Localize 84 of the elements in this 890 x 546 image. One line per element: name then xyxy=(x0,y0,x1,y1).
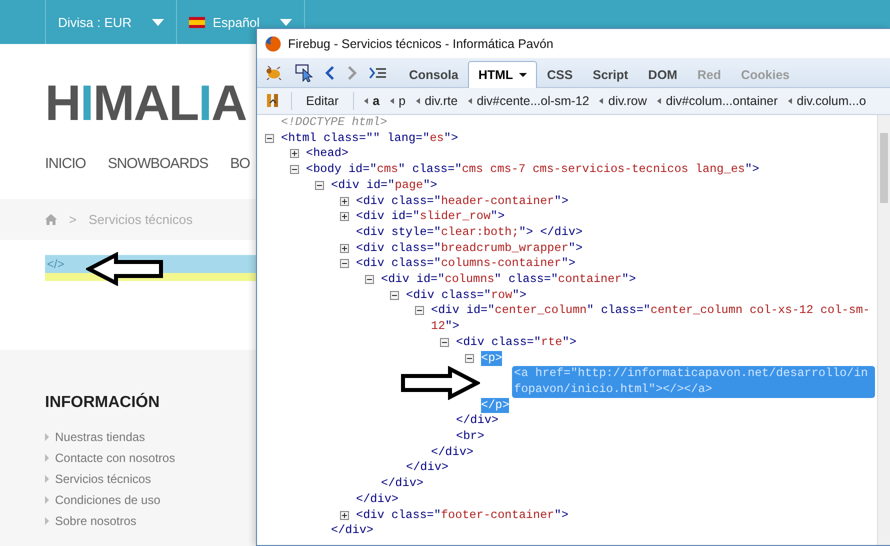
html-tag-line[interactable]: <br> xyxy=(456,429,484,445)
caret-icon xyxy=(152,18,164,26)
footer-heading: INFORMACIÓN xyxy=(45,394,160,412)
html-closing-tag[interactable]: </div> xyxy=(456,413,498,430)
collapse-toggle[interactable] xyxy=(290,165,299,174)
html-tag-line[interactable]: <div id="columns" class="container"> xyxy=(381,272,636,288)
window-title: Firebug - Servicios técnicos - Informática Pavón xyxy=(288,36,554,50)
html-tag-line[interactable]: <div style="clear:both;"> </div> xyxy=(356,224,583,241)
scrollbar[interactable] xyxy=(877,115,890,545)
html-tag-line[interactable]: <div id="page"> xyxy=(331,178,438,194)
breadcrumb-toggle-icon[interactable] xyxy=(265,93,281,109)
nav-link[interactable]: BO xyxy=(230,156,250,172)
collapse-toggle[interactable] xyxy=(340,259,349,268)
html-tag-line[interactable]: <head> xyxy=(306,146,348,162)
edit-button[interactable]: Editar xyxy=(302,94,343,108)
html-closing-tag[interactable]: </div> xyxy=(331,523,374,539)
element-path-item[interactable]: p xyxy=(398,94,406,108)
html-tag-line[interactable]: <div id="slider_row"> xyxy=(356,209,505,225)
panel-tab[interactable]: Consola xyxy=(399,62,468,87)
html-tag-line[interactable]: <div class="row"> xyxy=(406,288,526,304)
expand-toggle[interactable] xyxy=(340,244,349,253)
chevron-icon xyxy=(390,98,394,104)
chevron-icon xyxy=(416,98,420,104)
collapse-toggle[interactable] xyxy=(415,306,424,316)
collapse-toggle[interactable] xyxy=(315,180,324,190)
bug-icon[interactable] xyxy=(265,66,283,80)
element-path-item[interactable]: div.rte xyxy=(424,94,458,108)
element-path-item[interactable]: a xyxy=(372,94,380,108)
footer-link[interactable]: Sobre nosotros xyxy=(55,514,136,528)
breadcrumb-separator: > xyxy=(69,212,77,227)
chevron-icon xyxy=(788,98,792,104)
footer-link[interactable]: Nuestras tiendas xyxy=(55,430,146,444)
element-path-item[interactable]: div#cente...ol-sm-12 xyxy=(476,94,590,108)
chevron-icon xyxy=(364,98,368,104)
html-tag-line[interactable]: <div class="header-container"> xyxy=(356,194,568,210)
chevron-icon xyxy=(656,98,661,104)
footer-link[interactable]: Condiciones de uso xyxy=(55,492,160,506)
browser-icon xyxy=(265,36,281,52)
collapse-toggle[interactable] xyxy=(390,290,399,300)
back-icon[interactable] xyxy=(325,64,335,80)
html-tag-line[interactable]: <div class="breadcrumb_wrapper"> xyxy=(356,240,583,256)
expand-toggle[interactable] xyxy=(290,149,299,158)
html-tag-line[interactable]: <body id="cms" class="cms cms-7 cms-servicios-tecnicos lang_es"> xyxy=(306,162,760,178)
element-path-item[interactable]: div.colum...o xyxy=(796,94,866,108)
collapse-toggle[interactable] xyxy=(440,338,449,347)
bullet-icon xyxy=(45,516,49,524)
panel-tab[interactable]: Script xyxy=(582,62,638,87)
expand-toggle[interactable] xyxy=(340,510,349,520)
html-tag-line[interactable]: <div class="columns-container"> xyxy=(356,256,576,272)
html-tag-line[interactable]: <div class="footer-container"> xyxy=(356,508,568,524)
html-tag-line[interactable]: <html class="" lang="es"> xyxy=(281,130,458,146)
html-closing-tag[interactable]: </div> xyxy=(356,492,398,508)
bullet-icon xyxy=(45,496,49,504)
panel-tab[interactable]: DOM xyxy=(638,62,688,87)
footer-link[interactable]: Servicios técnicos xyxy=(55,472,152,486)
command-line-icon[interactable] xyxy=(369,66,387,78)
bullet-icon xyxy=(45,432,49,440)
chevron-icon xyxy=(468,98,472,104)
nav-link[interactable]: SNOWBOARDS xyxy=(108,156,208,172)
collapse-toggle[interactable] xyxy=(365,275,374,284)
html-closing-tag[interactable]: </div> xyxy=(431,444,474,460)
footer-link[interactable]: Contacte con nosotros xyxy=(55,450,176,464)
nav-link[interactable]: INICIO xyxy=(45,156,86,172)
expand-toggle[interactable] xyxy=(340,212,349,222)
breadcrumb-item: Servicios técnicos xyxy=(88,212,193,227)
html-closing-tag[interactable]: </div> xyxy=(381,476,424,492)
html-tag-line[interactable]: <div id="center_column" class="center_column col-xs-12 col-sm-12"> xyxy=(431,303,871,335)
panel-tab[interactable]: HTML xyxy=(468,61,538,88)
logo: HIMALIA xyxy=(45,75,246,131)
html-closing-tag[interactable]: </div> xyxy=(406,460,448,476)
element-path-item[interactable]: div#colum...ontainer xyxy=(666,94,778,108)
chevron-icon xyxy=(599,98,604,104)
bullet-icon xyxy=(45,474,49,482)
expand-toggle[interactable] xyxy=(340,196,349,206)
element-path-item[interactable]: div.row xyxy=(608,94,647,108)
collapse-toggle[interactable] xyxy=(465,354,474,363)
flag-icon xyxy=(188,16,205,28)
caret-icon xyxy=(519,73,528,77)
bullet-icon xyxy=(45,454,49,462)
html-tag-line[interactable]: <div class="rte"> xyxy=(456,334,576,351)
panel-tab[interactable]: CSS xyxy=(537,62,583,87)
inspect-icon[interactable] xyxy=(295,64,313,82)
doctype-line[interactable]: <!DOCTYPE html> xyxy=(281,115,388,131)
collapse-toggle[interactable] xyxy=(265,134,274,143)
